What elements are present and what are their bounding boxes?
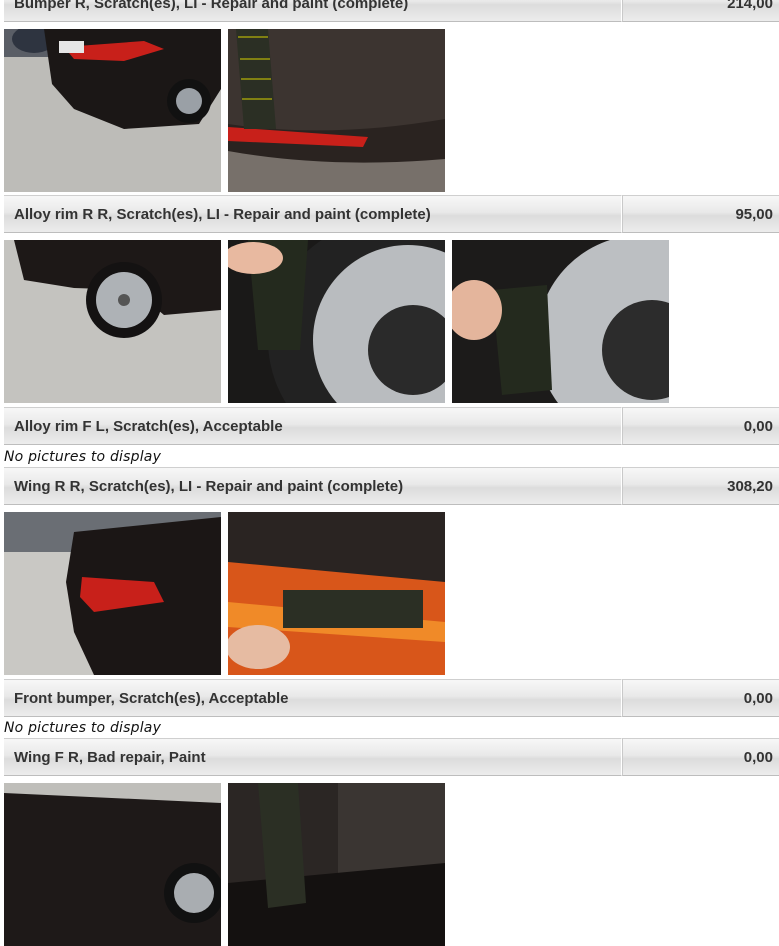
damage-photo-rim-gauge-2[interactable] <box>452 240 669 403</box>
damage-amount: 0,00 <box>622 679 779 717</box>
damage-photo-wing-gauge[interactable] <box>228 512 445 675</box>
damage-row[interactable]: Alloy rim F L, Scratch(es), Acceptable 0… <box>4 407 779 445</box>
damage-amount: 0,00 <box>622 407 779 445</box>
damage-row[interactable]: Wing R R, Scratch(es), LI - Repair and p… <box>4 467 779 505</box>
damage-description: Wing R R, Scratch(es), LI - Repair and p… <box>4 467 622 505</box>
damage-photo-rear-wing[interactable] <box>4 512 221 675</box>
damage-description: Front bumper, Scratch(es), Acceptable <box>4 679 622 717</box>
damage-photo-front-wing[interactable] <box>4 783 221 946</box>
damage-photo-rear-bumper[interactable] <box>4 29 221 192</box>
damage-row[interactable]: Bumper R, Scratch(es), LI - Repair and p… <box>4 0 779 22</box>
damage-photo-rear-wheel[interactable] <box>4 240 221 403</box>
damage-row[interactable]: Wing F R, Bad repair, Paint 0,00 <box>4 738 779 776</box>
damage-description: Alloy rim R R, Scratch(es), LI - Repair … <box>4 195 622 233</box>
damage-amount: 214,00 <box>622 0 779 22</box>
no-pictures-message: No pictures to display <box>4 720 162 736</box>
damage-photo-bumper-closeup[interactable] <box>228 29 445 192</box>
damage-amount: 308,20 <box>622 467 779 505</box>
damage-amount: 0,00 <box>622 738 779 776</box>
no-pictures-message: No pictures to display <box>4 449 162 465</box>
damage-amount: 95,00 <box>622 195 779 233</box>
damage-row[interactable]: Alloy rim R R, Scratch(es), LI - Repair … <box>4 195 779 233</box>
damage-description: Alloy rim F L, Scratch(es), Acceptable <box>4 407 622 445</box>
damage-photo-rim-gauge-1[interactable] <box>228 240 445 403</box>
damage-description: Wing F R, Bad repair, Paint <box>4 738 622 776</box>
damage-description: Bumper R, Scratch(es), LI - Repair and p… <box>4 0 622 22</box>
damage-row[interactable]: Front bumper, Scratch(es), Acceptable 0,… <box>4 679 779 717</box>
damage-photo-wing-gauge-closeup[interactable] <box>228 783 445 946</box>
